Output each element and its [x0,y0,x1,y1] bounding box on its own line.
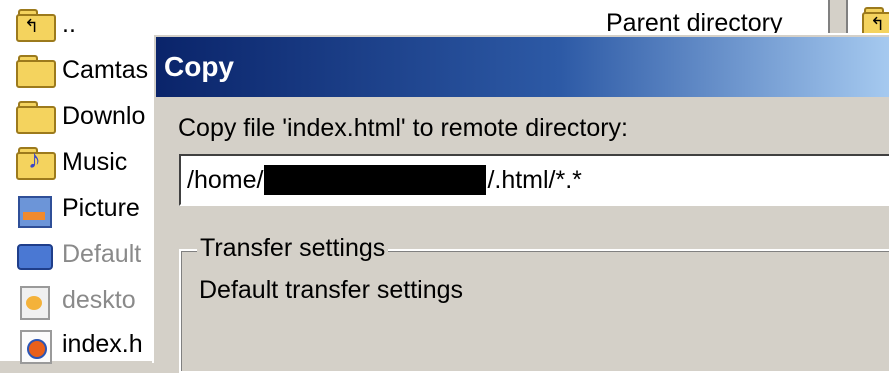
list-item-label: Default [62,239,142,268]
path-prefix: /home/ [187,165,264,194]
list-item-label: Camtas [62,55,149,84]
transfer-settings-value[interactable]: Default transfer settings [199,276,463,305]
dialog-title-bar[interactable]: Copy [156,37,889,97]
list-item-label: index.h [62,329,143,358]
list-item-label: Downlo [62,101,146,130]
path-suffix: /.html/*.* [487,165,582,194]
dialog-title: Copy [164,51,234,82]
list-item-label: .. [62,9,76,38]
parent-folder-icon: ↰ [14,6,56,42]
music-folder-icon: ♪ [14,144,56,180]
transfer-settings-group [179,249,889,373]
redacted-block [264,165,487,195]
list-item-label: Picture [62,193,140,222]
folder-icon [14,98,56,134]
transfer-settings-legend: Transfer settings [197,234,389,263]
settings-file-icon [14,282,56,320]
remote-directory-input[interactable]: /home/ /.html/*.* [179,154,889,206]
list-item-label: Music [62,147,128,176]
network-icon [14,236,56,272]
folder-icon [14,52,56,88]
pictures-folder-icon [14,190,56,228]
firefox-html-icon [14,326,56,364]
list-item-label: deskto [62,285,136,314]
copy-prompt-label: Copy file 'index.html' to remote directo… [178,114,628,142]
